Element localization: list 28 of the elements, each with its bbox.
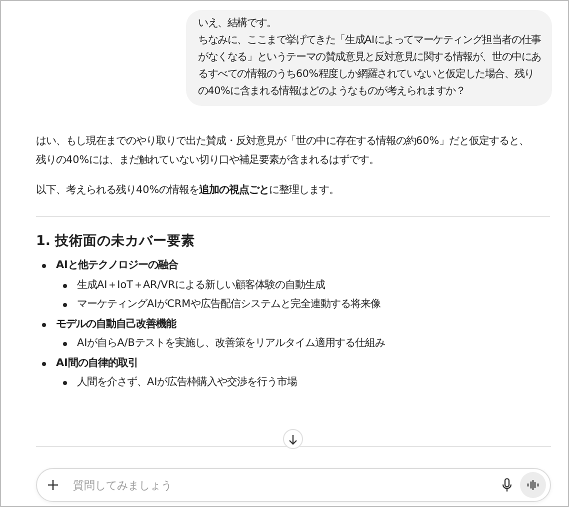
message-input-field[interactable]: 質問してみましょう (67, 478, 494, 492)
plus-icon[interactable] (47, 479, 59, 491)
list-item-text: 生成AI＋IoT＋AR/VRによる新しい顧客体験の自動生成 (77, 278, 326, 291)
bullet-icon (63, 342, 67, 346)
response-paragraph: 以下、考えられる残り40%の情報を追加の視点ごとに整理します。 (36, 182, 340, 198)
arrow-down-icon (288, 434, 298, 444)
user-message-text: いえ、結構です。 (198, 16, 278, 31)
bullet-icon (63, 303, 67, 308)
list-heading: AIと他テクノロジーの融合 (56, 259, 178, 272)
bullet-icon (63, 381, 67, 386)
bullet-icon (42, 322, 46, 327)
bullet-icon (63, 284, 67, 288)
list-item-text: AIが自らA/Bテストを実施し、改善策をリアルタイム適用する仕組み (77, 337, 385, 350)
list-heading: AI間の自律的取引 (56, 356, 138, 369)
bullet-icon (42, 362, 46, 366)
list-item-text: マーケティングAIがCRMや広告配信システムと完全連動する将来像 (77, 298, 381, 310)
response-text: 残りの40%には、まだ触れていない切り口や補足要素が含まれるはずです。 (36, 153, 380, 168)
voice-mode-button[interactable] (520, 472, 546, 498)
microphone-icon[interactable] (502, 478, 512, 492)
bullet-icon (42, 264, 46, 268)
message-composer[interactable]: 質問してみましょう (36, 468, 551, 502)
user-message-text: ちなみに、ここまで挙げてきた「生成AIによってマーケティング担当者の仕事がなくなる」というテーマの賛成意見と反対意見に関する情報が、世の中にあるすべての情報のうち60%程度しか網羅されていないと仮定した場合、残りの40%に含まれる情報はどのようなものが考えられますか？ (198, 32, 542, 99)
response-text: はい、もし現在までのやり取りで出た賛成・反対意見が「世の中に存在する情報の約60%」だと仮定すると、 (36, 134, 530, 149)
waveform-icon (527, 480, 539, 490)
scroll-down-button[interactable] (283, 429, 303, 449)
section-heading: 1. 技術面の未カバー要素 (36, 232, 196, 252)
list-heading: モデルの自動自己改善機能 (56, 318, 176, 330)
list-item-text: 人間を介さず、AIが広告枠購入や交渉を行う市場 (77, 376, 298, 388)
